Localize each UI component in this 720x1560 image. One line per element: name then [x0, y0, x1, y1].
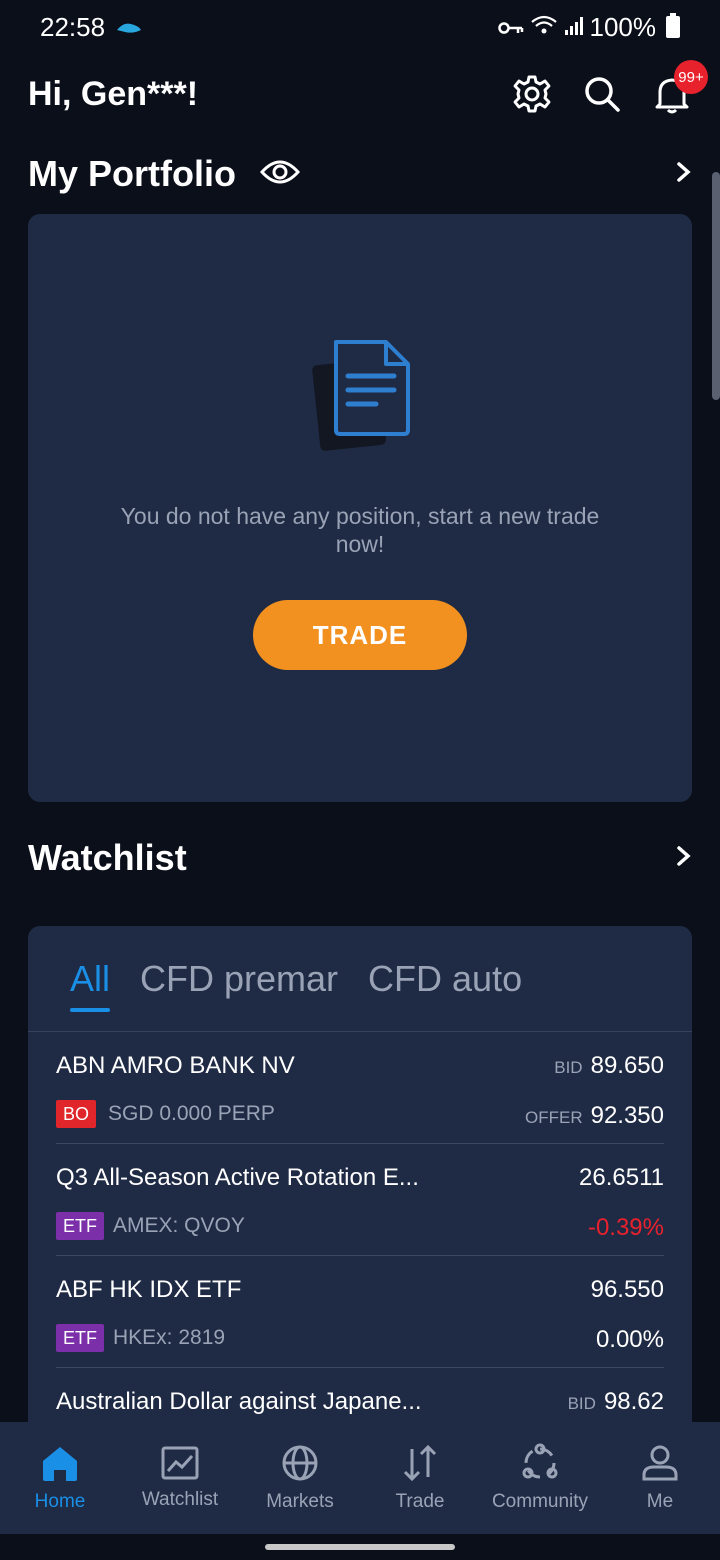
vpn-key-icon: [497, 12, 524, 43]
arrows-icon: [403, 1444, 437, 1482]
tab-cfd-auto[interactable]: CFD auto: [368, 958, 522, 1000]
home-indicator[interactable]: [265, 1544, 455, 1550]
instrument-name: ABF HK IDX ETF: [56, 1276, 242, 1303]
scrollbar[interactable]: [712, 172, 720, 400]
home-icon: [43, 1447, 77, 1481]
watchlist-row[interactable]: ABF HK IDX ETF ETF HKEx: 2819 96.550 0.0…: [56, 1256, 664, 1368]
watchlist-header[interactable]: Watchlist: [28, 830, 692, 886]
portfolio-card: You do not have any position, start a ne…: [28, 214, 692, 802]
battery-percent: 100%: [589, 11, 657, 42]
header: Hi, Gen***! 99+: [28, 60, 708, 126]
eye-icon[interactable]: [259, 153, 301, 195]
document-icon: [312, 340, 410, 451]
watchlist-card: All CFD premar CFD auto ABN AMRO BANK NV…: [28, 926, 692, 1446]
instrument-name: ABN AMRO BANK NV: [56, 1052, 295, 1079]
instrument-name: Australian Dollar against Japane...: [56, 1388, 422, 1415]
bid-label: BID: [567, 1394, 596, 1413]
nav-me[interactable]: Me: [600, 1422, 720, 1534]
nav-watchlist[interactable]: Watchlist: [120, 1422, 240, 1534]
watchlist-row[interactable]: Q3 All-Season Active Rotation E... ETF A…: [56, 1144, 664, 1256]
nav-label: Markets: [266, 1491, 334, 1512]
chevron-right-icon[interactable]: [676, 161, 692, 188]
last-price: 26.6511: [579, 1164, 664, 1191]
watchlist-title: Watchlist: [28, 837, 187, 878]
greeting: Hi, Gen***!: [28, 74, 199, 113]
nav-label: Me: [646, 1491, 674, 1512]
instrument-type-tag: BO: [56, 1100, 97, 1128]
nav-label: Community: [491, 1491, 589, 1512]
change-percent: 0.00%: [595, 1326, 664, 1353]
empty-portfolio-message: You do not have any position, start a ne…: [120, 503, 600, 557]
notification-badge: 99+: [674, 60, 708, 94]
notifications-button[interactable]: 99+: [652, 60, 708, 114]
portfolio-title: My Portfolio: [28, 153, 236, 194]
tab-cfd-premar[interactable]: CFD premar: [140, 958, 338, 1000]
offer-value: 92.350: [590, 1102, 664, 1129]
globe-icon: [282, 1445, 318, 1481]
trade-button[interactable]: TRADE: [253, 600, 467, 670]
watchlist-tabs: All CFD premar CFD auto: [28, 926, 692, 1032]
status-bar: 22:58 100%: [0, 0, 720, 54]
nav-community[interactable]: Community: [480, 1422, 600, 1534]
search-button[interactable]: [582, 74, 622, 114]
signal-icon: [564, 12, 584, 43]
chart-icon: [161, 1446, 199, 1480]
user-icon: [642, 1445, 678, 1481]
bid-value: 89.650: [590, 1052, 664, 1079]
nav-home[interactable]: Home: [0, 1422, 120, 1534]
last-price: 96.550: [590, 1276, 664, 1303]
nav-label: Trade: [395, 1491, 445, 1512]
status-time: 22:58: [40, 11, 106, 42]
watchlist-row[interactable]: ABN AMRO BANK NV BO SGD 0.000 PERP BID 89…: [56, 1032, 664, 1144]
search-icon: [585, 77, 620, 112]
community-icon: [522, 1443, 558, 1479]
chevron-right-icon[interactable]: [676, 845, 692, 872]
nav-label: Home: [34, 1491, 86, 1512]
nav-trade[interactable]: Trade: [360, 1422, 480, 1534]
instrument-type-tag: ETF: [56, 1324, 104, 1352]
nav-markets[interactable]: Markets: [240, 1422, 360, 1534]
bottom-nav: Home Watchlist Markets Trade Community M…: [0, 1422, 720, 1534]
bid-label: BID: [554, 1058, 583, 1077]
instrument-type-tag: ETF: [56, 1212, 104, 1240]
nav-label: Watchlist: [141, 1489, 219, 1510]
instrument-exchange: SGD 0.000 PERP: [108, 1102, 275, 1125]
battery-icon: [666, 13, 680, 38]
gear-icon: [513, 75, 551, 113]
bid-value: 98.62: [603, 1388, 664, 1415]
change-percent: -0.39%: [587, 1214, 664, 1241]
app-notification-icon: [115, 12, 143, 43]
tab-all[interactable]: All: [70, 958, 111, 1012]
instrument-name: Q3 All-Season Active Rotation E...: [56, 1164, 419, 1191]
portfolio-header[interactable]: My Portfolio: [28, 146, 692, 202]
instrument-exchange: AMEX: QVOY: [113, 1214, 245, 1237]
offer-label: OFFER: [524, 1108, 583, 1127]
wifi-icon: [530, 12, 558, 43]
instrument-exchange: HKEx: 2819: [113, 1326, 226, 1349]
settings-button[interactable]: [512, 74, 552, 114]
